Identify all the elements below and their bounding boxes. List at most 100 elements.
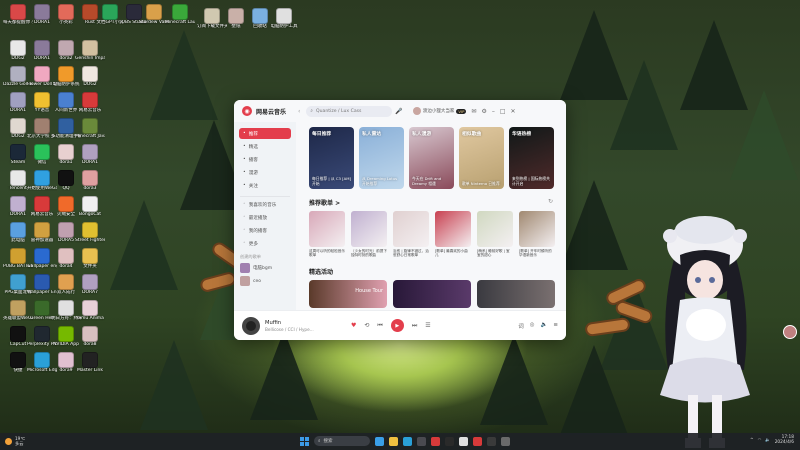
feature-card[interactable]: 私人漫游 今天在 Drift and Dreamy 相遇 (409, 127, 454, 189)
feature-card[interactable]: 每日推荐 每日推荐 | 从 C3 [AM] 开始 (309, 127, 354, 189)
maximize-icon[interactable]: □ (500, 108, 506, 115)
desktop-icon[interactable]: dora8 (78, 326, 102, 347)
sidebar-item[interactable]: • 精选 (239, 141, 291, 152)
desktop-icon[interactable]: dora3 (78, 170, 102, 191)
taskbar-app-icon[interactable] (431, 436, 440, 446)
chevron-up-icon[interactable]: ^ (750, 438, 754, 443)
sidebar-my-item[interactable]: ◦ 我的播客 (239, 225, 291, 236)
chevron-right-icon[interactable]: > (335, 200, 340, 207)
close-icon[interactable]: ✕ (511, 108, 516, 115)
desktop-icon-label: Yamu Anima (76, 316, 104, 321)
desktop-icon[interactable]: DORA7 (78, 274, 102, 295)
play-mode-icon[interactable]: ⟲ (364, 322, 369, 329)
feature-card[interactable]: 华语热榜 来到热榜 | 国际热榜共计开启 (509, 127, 554, 189)
desktop-icon[interactable]: 电脑防护工具 (271, 8, 298, 29)
refresh-icon[interactable]: ↻ (548, 198, 553, 207)
sidebar-item[interactable]: • 关注 (239, 180, 291, 191)
app-icon (82, 40, 98, 56)
start-button[interactable] (300, 436, 309, 446)
desktop-icon[interactable]: Minecraft Launcher (165, 4, 195, 25)
volume-icon[interactable]: 🔈 (541, 322, 548, 330)
taskbar-app-icon[interactable] (389, 436, 398, 446)
search-icon: ⌕ (310, 109, 313, 114)
playlist-icon[interactable]: ☰ (425, 322, 430, 329)
sidebar-playlist[interactable]: ceo (240, 276, 290, 286)
sidebar-item-label: 我喜欢的音乐 (248, 202, 277, 208)
floating-avatar-widget[interactable] (783, 325, 797, 339)
playlist-card[interactable]: 这周可以听的轻松音乐歌单 (309, 211, 345, 258)
app-icon (82, 4, 98, 20)
desktop-icon[interactable]: DORA1 (78, 144, 102, 165)
taskbar-app-icon[interactable] (473, 436, 482, 446)
sidebar-item[interactable]: • 播客 (239, 154, 291, 165)
feature-card[interactable]: 私人雷达从 Dreaming Lotus 开始推荐 (359, 127, 404, 189)
play-button[interactable]: ▶ (390, 319, 404, 332)
taskbar-app-icon[interactable] (459, 436, 468, 446)
desktop-mascot-character[interactable] (640, 200, 770, 450)
wifi-icon[interactable]: ◠ (758, 438, 762, 443)
app-icon (34, 274, 50, 290)
taskbar-app-icon[interactable] (445, 436, 454, 446)
sound-effect-icon[interactable]: ◎ (530, 322, 535, 330)
desktop-icon[interactable]: Master Link (77, 352, 103, 373)
playlist-thumbnail (240, 276, 250, 286)
desktop-icon[interactable]: Minecraft Java Edition (75, 118, 105, 139)
desktop-icon[interactable]: BongoCat (78, 196, 102, 217)
user-menu[interactable]: 渡边小狸大当家 VIP (412, 107, 467, 115)
desktop-icon[interactable]: 文件夹 (78, 248, 102, 269)
next-icon[interactable]: ⏭ (412, 322, 417, 330)
minimize-icon[interactable]: – (492, 108, 495, 115)
taskbar-search-label: 搜索 (323, 439, 333, 444)
playlist-card[interactable]: 〔少女的时光〕前提下独特时刻的歌曲 (351, 211, 387, 258)
heart-icon: ◦ (243, 202, 246, 207)
sidebar-item[interactable]: • 漫游 (239, 167, 291, 178)
desktop-icon[interactable]: DOG2 (78, 66, 102, 87)
taskbar-app-icon[interactable] (403, 436, 412, 446)
lyrics-icon[interactable]: 词 (518, 322, 524, 330)
taskbar-app-icon[interactable] (487, 436, 496, 446)
search-input[interactable]: ⌕ Quantize / Lux Cass (306, 105, 393, 117)
activity-banner[interactable]: House Tour (309, 280, 387, 308)
sidebar-playlist[interactable]: 电脑bgm (240, 263, 290, 273)
mail-icon[interactable]: ✉ (471, 108, 476, 115)
sidebar-my-item[interactable]: ◦ 最近播放 (239, 212, 291, 223)
app-icon (10, 352, 26, 368)
taskbar-app-icon[interactable] (501, 436, 510, 446)
desktop-icon[interactable]: Stardew Valley (139, 4, 169, 25)
desktop-icon[interactable]: Yamu Anima (76, 300, 104, 321)
like-icon[interactable]: ♥ (351, 322, 356, 329)
taskbar-search[interactable]: ⌕ 搜索 (314, 436, 370, 446)
app-icon (58, 66, 74, 82)
playlist-card[interactable]: 治愈 | 旋律不错过，治愈舒心日常歌单 (393, 211, 429, 258)
queue-icon[interactable]: ≡ (553, 322, 558, 330)
taskbar-app-icon[interactable] (375, 436, 384, 446)
weather-widget[interactable]: 19℃ 多云 (5, 436, 25, 447)
taskbar-app-icon[interactable] (417, 436, 426, 446)
feature-card[interactable]: 相似歌曲 歌单 Ninterno 已推荐 (459, 127, 504, 189)
sidebar-my-item[interactable]: ◦ 我喜欢的音乐 (239, 199, 291, 210)
feature-card-title: 华语热榜 (512, 132, 532, 137)
playlist-card[interactable]: [萌系] 睡前好歌 | 宝宝的甜心 (477, 211, 513, 258)
desktop-icon[interactable]: Genshin Impact Doppler (75, 40, 105, 61)
volume-icon[interactable]: 🔈 (765, 438, 770, 443)
activity-banner[interactable] (477, 280, 555, 308)
podcast-icon: • (243, 157, 246, 162)
desktop-icon-label: Minecraft Launcher (165, 20, 195, 25)
album-disc[interactable] (242, 316, 260, 335)
app-icon (58, 92, 74, 108)
activity-banner[interactable] (393, 280, 471, 308)
playlist-card[interactable]: [歌单] 最喜欢的小曲儿 (435, 211, 471, 258)
back-arrow-icon[interactable]: ‹ (298, 108, 300, 115)
desktop-icon[interactable]: Street Fighter 6 (75, 222, 105, 243)
microphone-icon[interactable]: 🎤 (395, 108, 402, 115)
sidebar-my-item[interactable]: ◦ 更多 (239, 238, 291, 249)
previous-icon[interactable]: ⏮ (377, 322, 382, 330)
playlist-card[interactable]: [歌单] 开车时候听的华语新音乐 (519, 211, 555, 258)
settings-icon[interactable]: ⚙ (481, 108, 486, 115)
app-icon (10, 66, 26, 82)
sidebar-item[interactable]: • 推荐 (239, 128, 291, 139)
playlist-name: 电脑bgm (253, 266, 273, 271)
clock[interactable]: 17:18 2024/4/6 (775, 435, 794, 445)
desktop-icon[interactable]: 网易云音乐 (78, 92, 102, 113)
sidebar: • 推荐 • 精选 • 播客 • 漫游 • 关注 ◦ 我喜欢的音乐 ◦ 最近播放 ◦ 我的播客 ◦ 更多 创建的… (234, 122, 296, 310)
